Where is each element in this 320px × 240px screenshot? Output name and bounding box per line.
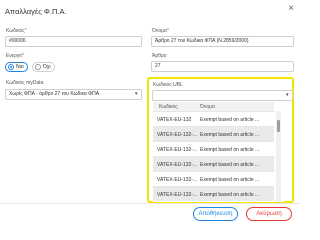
name-field[interactable]: Άρθρο 27 του Κώδικα ΦΠΑ (Ν.2859/2000) — [151, 36, 294, 47]
dialog-title: Απαλλαγές Φ.Π.Α. — [5, 7, 67, 16]
radio-empty-icon — [35, 64, 41, 70]
name-label: Όνομα* — [152, 28, 169, 34]
list-item-code: VATEX-EU-132-... — [157, 177, 198, 183]
article-label: Άρθρο — [152, 53, 167, 59]
footer-divider — [0, 203, 300, 204]
ubl-select[interactable] — [152, 90, 293, 101]
chevron-down-icon[interactable]: ▼ — [134, 91, 138, 96]
mydata-value: Χωρίς ΦΠΑ - άρθρο 27 του Κώδικα ΦΠΑ — [9, 91, 100, 97]
list-item-code: VATEX-EU-132 — [157, 117, 192, 123]
chevron-down-icon[interactable]: ▼ — [285, 92, 289, 97]
list-item-code: VATEX-EU-132-... — [157, 132, 198, 138]
list-item-code: VATEX-EU-132-... — [157, 162, 198, 168]
active-label: Ενεργό* — [6, 53, 25, 59]
list-item-code: VATEX-EU-132-... — [157, 192, 198, 198]
list-item-name: Exempt based on article ... — [200, 192, 260, 198]
article-field[interactable]: 27 — [151, 61, 294, 72]
cancel-button[interactable]: Ακύρωση — [246, 207, 292, 221]
list-item[interactable]: VATEX-EU-132-... Exempt based on article… — [153, 141, 274, 156]
scrollbar-thumb[interactable] — [277, 120, 280, 132]
active-yes-radio[interactable]: Ναι — [5, 62, 28, 72]
list-scrollbar[interactable] — [276, 111, 281, 202]
save-button[interactable]: Αποθήκευση — [193, 207, 238, 221]
ubl-dropdown-list: Κωδικός Όνομα VATEX-EU-132 Exempt based … — [153, 102, 284, 202]
list-item-name: Exempt based on article ... — [200, 117, 260, 123]
active-no-radio[interactable]: Όχι — [32, 62, 55, 72]
mydata-select[interactable]: Χωρίς ΦΠΑ - άρθρο 27 του Κώδικα ΦΠΑ — [5, 89, 142, 100]
close-icon[interactable]: × — [288, 4, 294, 14]
active-yes-label: Ναι — [16, 64, 24, 70]
column-header-name: Όνομα — [200, 104, 215, 110]
list-item-name: Exempt based on article ... — [200, 132, 260, 138]
list-item[interactable]: VATEX-EU-132-... Exempt based on article… — [153, 186, 274, 201]
radio-selected-icon — [8, 64, 14, 70]
list-item-name: Exempt based on article ... — [200, 147, 260, 153]
vat-exemption-dialog: Απαλλαγές Φ.Π.Α. × Κωδικός* #00006 Όνομα… — [0, 0, 300, 223]
column-header-code: Κωδικός — [159, 104, 178, 110]
mydata-label: Κωδικός myData — [6, 80, 44, 86]
list-item[interactable]: VATEX-EU-132-... Exempt based on article… — [153, 156, 274, 171]
list-header: Κωδικός Όνομα — [153, 102, 274, 111]
list-item-name: Exempt based on article ... — [200, 162, 260, 168]
active-no-label: Όχι — [43, 64, 51, 70]
list-item[interactable]: VATEX-EU-132-... Exempt based on article… — [153, 126, 274, 141]
list-item[interactable]: VATEX-EU-132-... Exempt based on article… — [153, 171, 274, 186]
ubl-label: Κωδικός UBL — [153, 82, 183, 88]
list-item[interactable]: VATEX-EU-132 Exempt based on article ... — [153, 111, 274, 126]
code-field[interactable]: #00006 — [5, 36, 142, 47]
list-item-name: Exempt based on article ... — [200, 177, 260, 183]
list-item-code: VATEX-EU-132-... — [157, 147, 198, 153]
code-label: Κωδικός* — [6, 28, 27, 34]
